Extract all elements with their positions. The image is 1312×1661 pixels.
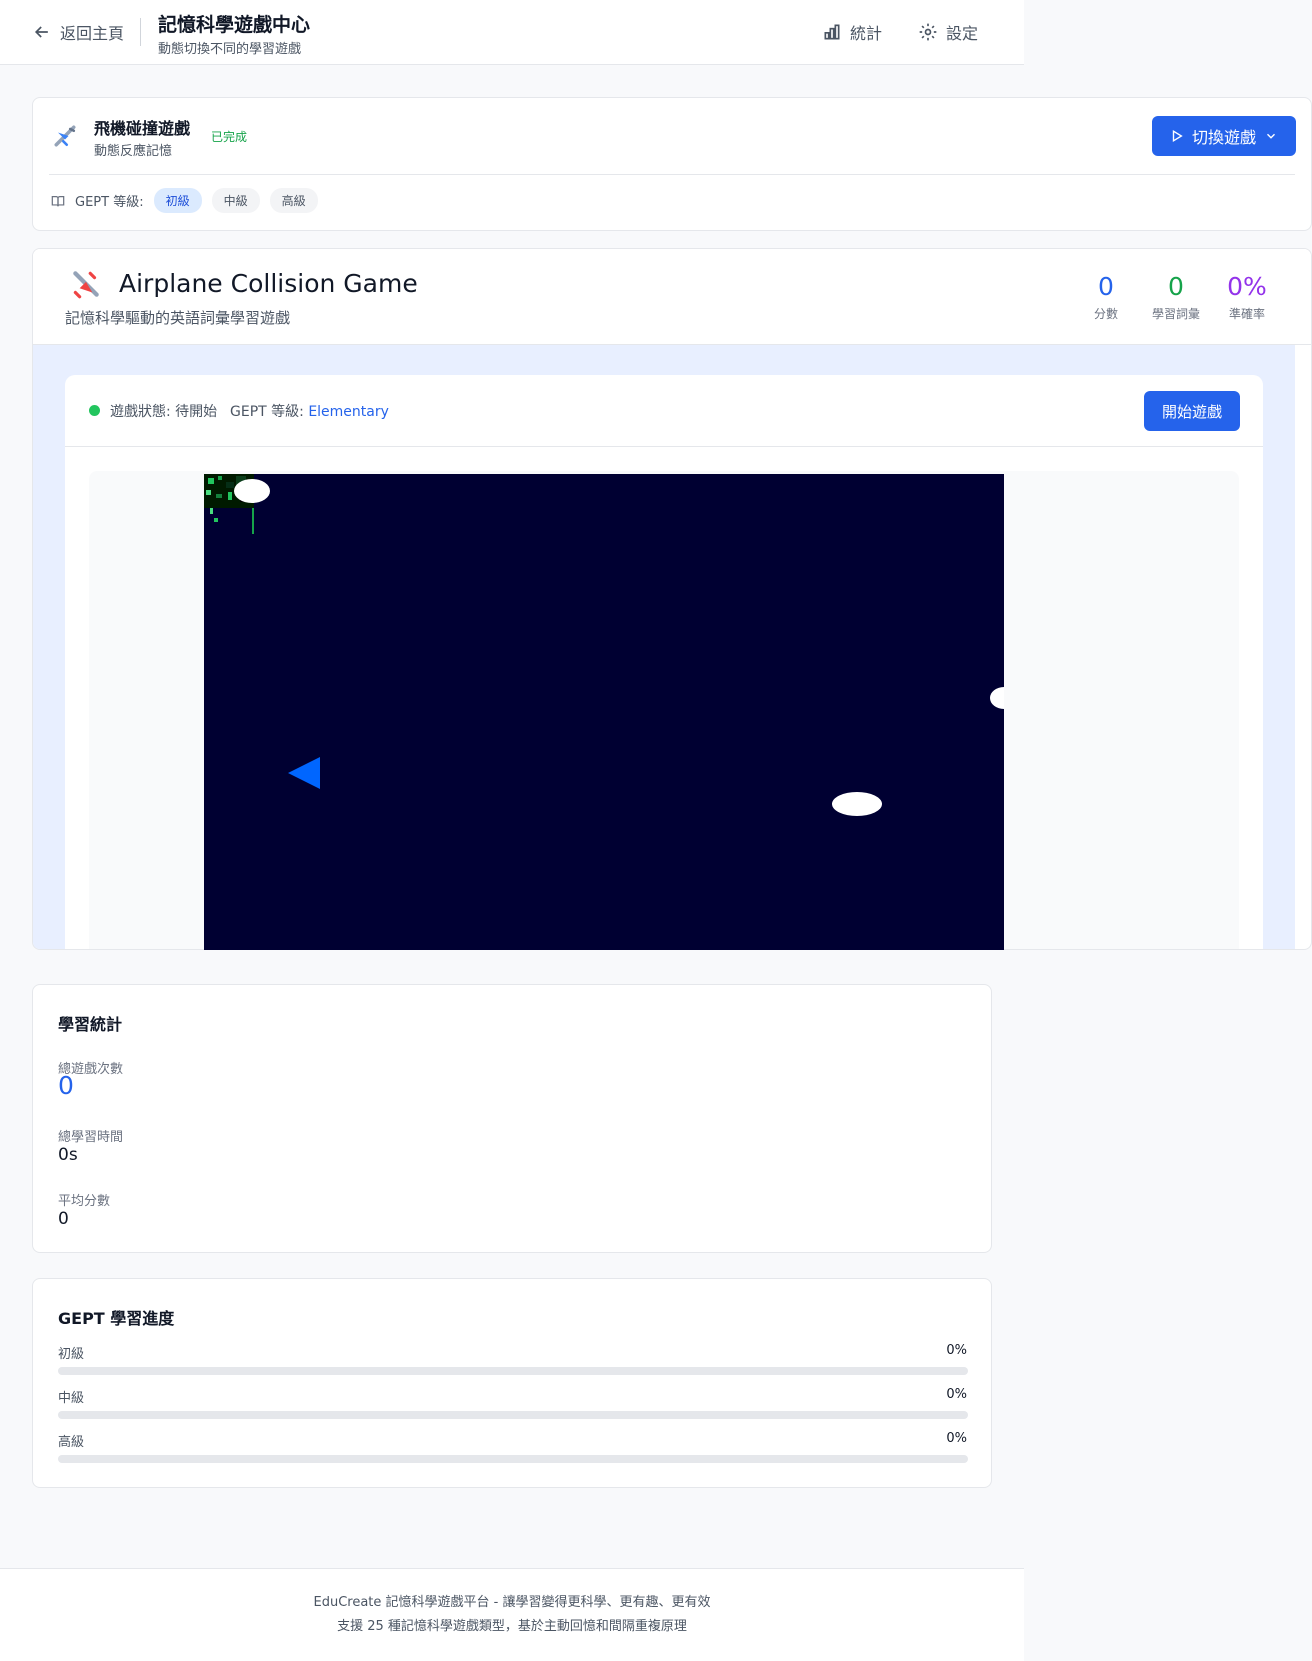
status-indicator-dot [89, 405, 100, 416]
gept-level-value: Elementary [308, 404, 389, 420]
start-game-button[interactable]: 開始遊戲 [1144, 391, 1240, 431]
stats-button[interactable]: 統計 [822, 20, 882, 44]
settings-label: 設定 [946, 24, 979, 43]
airplane-icon [54, 125, 76, 147]
page-subtitle: 動態切換不同的學習遊戲 [158, 42, 302, 57]
page-footer: EduCreate 記憶科學遊戲平台 - 讓學習變得更科學、更有趣、更有效 支援… [0, 1568, 1024, 1661]
arrow-left-icon [34, 26, 48, 38]
game-description: 動態反應記憶 [94, 144, 173, 159]
player-airplane [288, 757, 320, 789]
settings-button[interactable]: 設定 [918, 20, 978, 44]
page-title: 記憶科學遊戲中心 [158, 14, 311, 36]
game-subtitle: 記憶科學驅動的英語詞彙學習遊戲 [65, 309, 291, 327]
game-canvas[interactable] [204, 474, 1004, 950]
score-stat: 0 分數 [1086, 273, 1126, 322]
switch-game-label: 切換遊戲 [1191, 128, 1256, 147]
footer-line-2: 支援 25 種記憶科學遊戲類型，基於主動回憶和間隔重複原理 [337, 1619, 687, 1634]
progress-label-elementary: 初級 [58, 1347, 85, 1362]
total-time-value: 0s [58, 1145, 78, 1165]
airplane-icon [73, 271, 99, 299]
gept-prefix: GEPT 等級: [230, 404, 304, 420]
average-score-value: 0 [58, 1209, 69, 1229]
gept-progress-card: GEPT 學習進度 初級 0% 中級 0% 高級 0% [32, 1278, 992, 1488]
score-value: 0 [1098, 272, 1114, 301]
play-icon [1172, 129, 1183, 143]
gept-label: GEPT 等級: [75, 195, 144, 210]
chevron-down-icon [1267, 133, 1275, 139]
game-selector-card: 飛機碰撞遊戲 動態反應記憶 已完成 切換遊戲 GEPT 等級: 初級 中級 高級 [32, 97, 1312, 231]
bar-chart-icon [824, 24, 840, 40]
progress-bar-elementary [58, 1367, 968, 1375]
progress-bar-advanced [58, 1455, 968, 1463]
cloud [990, 687, 1004, 709]
switch-game-button[interactable]: 切換遊戲 [1152, 116, 1296, 156]
progress-label-intermediate: 中級 [58, 1391, 85, 1406]
gear-icon [919, 23, 937, 41]
level-pill-advanced[interactable]: 高級 [269, 188, 318, 213]
level-pill-intermediate[interactable]: 中級 [211, 188, 260, 213]
level-pill-elementary[interactable]: 初級 [153, 188, 202, 213]
game-scene [204, 474, 1004, 816]
game-title: Airplane Collision Game [119, 269, 418, 298]
total-time-label: 總學習時間 [58, 1130, 124, 1145]
gept-level-selector: GEPT 等級: 初級 中級 高級 [51, 188, 318, 213]
cloud [832, 792, 882, 816]
header-divider [140, 18, 141, 46]
words-learned-label: 學習詞彙 [1151, 307, 1200, 321]
words-learned-stat: 0 學習詞彙 [1136, 273, 1216, 322]
card-divider [49, 174, 1295, 175]
gept-level-text: GEPT 等級: Elementary [230, 401, 389, 421]
top-bar: 返回主頁 記憶科學遊戲中心 動態切換不同的學習遊戲 統計 設定 [0, 0, 1024, 65]
game-status-bar: 遊戲狀態: 待開始 GEPT 等級: Elementary 開始遊戲 [65, 375, 1263, 447]
status-badge: 已完成 [211, 130, 248, 144]
accuracy-value: 0% [1227, 272, 1267, 301]
learning-stats-card: 學習統計 總遊戲次數 0 總學習時間 0s 平均分數 0 [32, 984, 992, 1253]
back-label: 返回主頁 [60, 24, 125, 43]
cloud [234, 479, 270, 503]
progress-percent-intermediate: 0% [946, 1387, 967, 1402]
book-icon [51, 195, 65, 206]
game-header: Airplane Collision Game 記憶科學驅動的英語詞彙學習遊戲 … [33, 249, 1311, 345]
progress-bar-intermediate [58, 1411, 968, 1419]
gept-progress-title: GEPT 學習進度 [58, 1309, 175, 1328]
accuracy-label: 準確率 [1228, 307, 1265, 321]
learning-stats-title: 學習統計 [58, 1015, 123, 1034]
average-score-label: 平均分數 [58, 1194, 111, 1209]
score-label: 分數 [1093, 307, 1118, 321]
progress-percent-advanced: 0% [946, 1431, 967, 1446]
progress-percent-elementary: 0% [946, 1343, 967, 1358]
words-learned-value: 0 [1168, 272, 1184, 301]
game-name: 飛機碰撞遊戲 [94, 119, 191, 138]
footer-line-1: EduCreate 記憶科學遊戲平台 - 讓學習變得更科學、更有趣、更有效 [313, 1595, 711, 1610]
progress-label-advanced: 高級 [58, 1435, 85, 1450]
accuracy-stat: 0% 準確率 [1219, 273, 1275, 322]
back-to-home-link[interactable]: 返回主頁 [32, 20, 124, 44]
stats-label: 統計 [850, 24, 883, 43]
game-status-text: 遊戲狀態: 待開始 [110, 404, 218, 420]
total-plays-value: 0 [58, 1071, 74, 1100]
